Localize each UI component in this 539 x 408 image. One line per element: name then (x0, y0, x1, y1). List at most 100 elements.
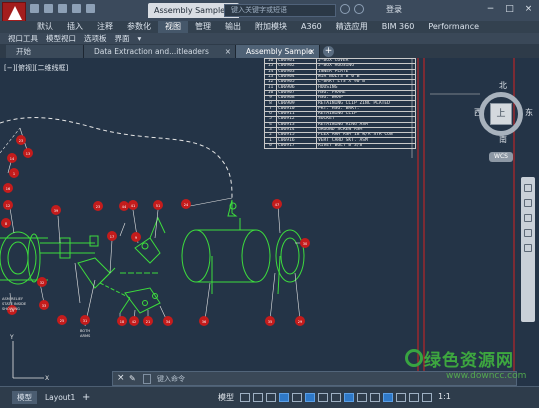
minimize-button[interactable]: − (484, 3, 497, 15)
maximize-button[interactable]: □ (503, 3, 516, 15)
tab-layout1[interactable]: Layout1 (40, 391, 80, 404)
tab-view[interactable]: 视图 (158, 21, 188, 33)
balloon: 23 (93, 201, 103, 211)
drawing-viewport[interactable]: 13 14 1 16 12 39 23 44 41 51 24 47 8 17 … (0, 58, 539, 386)
model-space-toggle[interactable]: 模型 (218, 392, 234, 403)
open-icon[interactable] (44, 4, 53, 13)
command-input[interactable]: 键入命令 (157, 374, 185, 384)
osnap-icon[interactable] (318, 393, 328, 402)
balloon-label: 32 (40, 281, 44, 285)
otrack-icon[interactable] (331, 393, 341, 402)
balloon: 42 (129, 316, 139, 326)
tab-assembly-sample[interactable]: Assembly Sample × (236, 45, 320, 58)
add-layout-button[interactable]: + (82, 392, 90, 403)
tab-manage[interactable]: 管理 (188, 21, 218, 33)
window-controls: − □ × (484, 3, 535, 15)
orbit-icon[interactable] (524, 229, 532, 237)
pan-icon[interactable] (524, 199, 532, 207)
tab-default[interactable]: 默认 (30, 21, 60, 33)
balloon: 30 (300, 238, 310, 248)
balloon: 12 (3, 200, 13, 210)
grid-icon[interactable] (240, 393, 250, 402)
wcs-menu-button[interactable]: WCS (489, 152, 513, 162)
tab-performance[interactable]: Performance (421, 21, 486, 33)
close-button[interactable]: × (522, 3, 535, 15)
ortho-icon[interactable] (279, 393, 289, 402)
balloon: 33 (39, 300, 49, 310)
cylinder-housing (181, 199, 305, 295)
tab-parametric[interactable]: 参数化 (120, 21, 158, 33)
panel-interface[interactable]: 界面 (111, 33, 134, 44)
balloon: 51 (153, 200, 163, 210)
customize-icon[interactable]: ✎ (129, 374, 136, 383)
showmotion-icon[interactable] (524, 244, 532, 252)
selection-cycling-icon[interactable] (370, 393, 380, 402)
user-icon[interactable] (354, 4, 364, 14)
panel-palettes[interactable]: 选项板 (80, 33, 111, 44)
balloon-label: 30 (303, 242, 307, 246)
tab-insert[interactable]: 插入 (60, 21, 90, 33)
tab-model[interactable]: 模型 (12, 391, 37, 404)
viewcube-top-face[interactable]: 上 (490, 103, 512, 125)
tab-output[interactable]: 输出 (218, 21, 248, 33)
undo-icon[interactable] (72, 4, 81, 13)
snap-icon[interactable] (253, 393, 263, 402)
balloon-label: 29 (298, 320, 302, 324)
tab-bim360[interactable]: BIM 360 (375, 21, 422, 33)
tab-start[interactable]: 开始 (6, 45, 84, 58)
balloon: 8 (1, 218, 11, 228)
transparency-icon[interactable] (357, 393, 367, 402)
steering-wheel-icon[interactable] (524, 184, 532, 192)
panel-viewport-tools[interactable]: 视口工具 (4, 33, 42, 44)
annotation-scale[interactable]: 1:1 (438, 392, 451, 401)
tab-data-extraction[interactable]: Data Extraction and...itleaders Sample* … (84, 45, 236, 69)
workspace-icon[interactable] (422, 393, 432, 402)
save-icon[interactable] (58, 4, 67, 13)
title-bar: Assembly Sample... 键入关键字或短语 登录 − □ × (0, 0, 539, 26)
tab-annotate[interactable]: 注释 (90, 21, 120, 33)
balloon: 24 (181, 199, 191, 209)
search-input[interactable]: 键入关键字或短语 (224, 4, 336, 17)
lineweight-icon[interactable] (344, 393, 354, 402)
navigation-bar (521, 177, 535, 322)
redo-icon[interactable] (86, 4, 95, 13)
balloon: 34 (163, 316, 173, 326)
note-text: ASM RELIEF (2, 297, 23, 301)
watermark-text: 绿色资源网 (424, 351, 514, 371)
bom-part-code: C06917 (276, 142, 317, 150)
balloon: 1 (9, 168, 19, 178)
tab-addins[interactable]: 附加模块 (248, 21, 294, 33)
watermark-logo (405, 349, 423, 367)
infer-icon[interactable] (266, 393, 276, 402)
bom-description: RIVET BOLT B 3/8 (316, 142, 416, 150)
panel-model-viewports[interactable]: 模型视口 (42, 33, 80, 44)
annotation-visibility-icon[interactable] (383, 393, 393, 402)
balloon-label: 41 (131, 204, 135, 208)
tab-start-label: 开始 (16, 47, 31, 56)
zoom-icon[interactable] (524, 214, 532, 222)
close-command-icon[interactable]: × (117, 373, 125, 383)
balloon-label: 31 (83, 319, 87, 323)
note-text: STATE INSIDE (2, 302, 27, 306)
document-tabs: 开始 Data Extraction and...itleaders Sampl… (0, 44, 539, 69)
ribbon-panels: 视口工具 模型视口 选项板 界面 ▾ (0, 33, 539, 44)
tab-a360[interactable]: A360 (294, 21, 329, 33)
new-tab-button[interactable]: + (323, 46, 334, 57)
panel-expand-icon[interactable]: ▾ (134, 33, 146, 44)
isodraft-icon[interactable] (305, 393, 315, 402)
viewport-controls-label[interactable]: [−][俯视][二维线框] (4, 63, 68, 73)
annotation-scale-icon[interactable] (409, 393, 419, 402)
balloon-label: 25 (60, 319, 64, 323)
auto-scale-icon[interactable] (396, 393, 406, 402)
polar-icon[interactable] (292, 393, 302, 402)
close-tab-icon[interactable]: × (225, 45, 231, 58)
viewcube-east[interactable]: 东 (525, 107, 533, 118)
new-icon[interactable] (30, 4, 39, 13)
recent-commands-icon[interactable] (143, 374, 151, 384)
find-icon[interactable] (340, 4, 350, 14)
tab-featured-apps[interactable]: 精选应用 (329, 21, 375, 33)
balloon-label: 39 (54, 209, 58, 213)
login-button[interactable]: 登录 (386, 4, 402, 15)
viewcube-north[interactable]: 北 (499, 80, 507, 91)
close-tab-icon[interactable]: × (309, 45, 315, 58)
